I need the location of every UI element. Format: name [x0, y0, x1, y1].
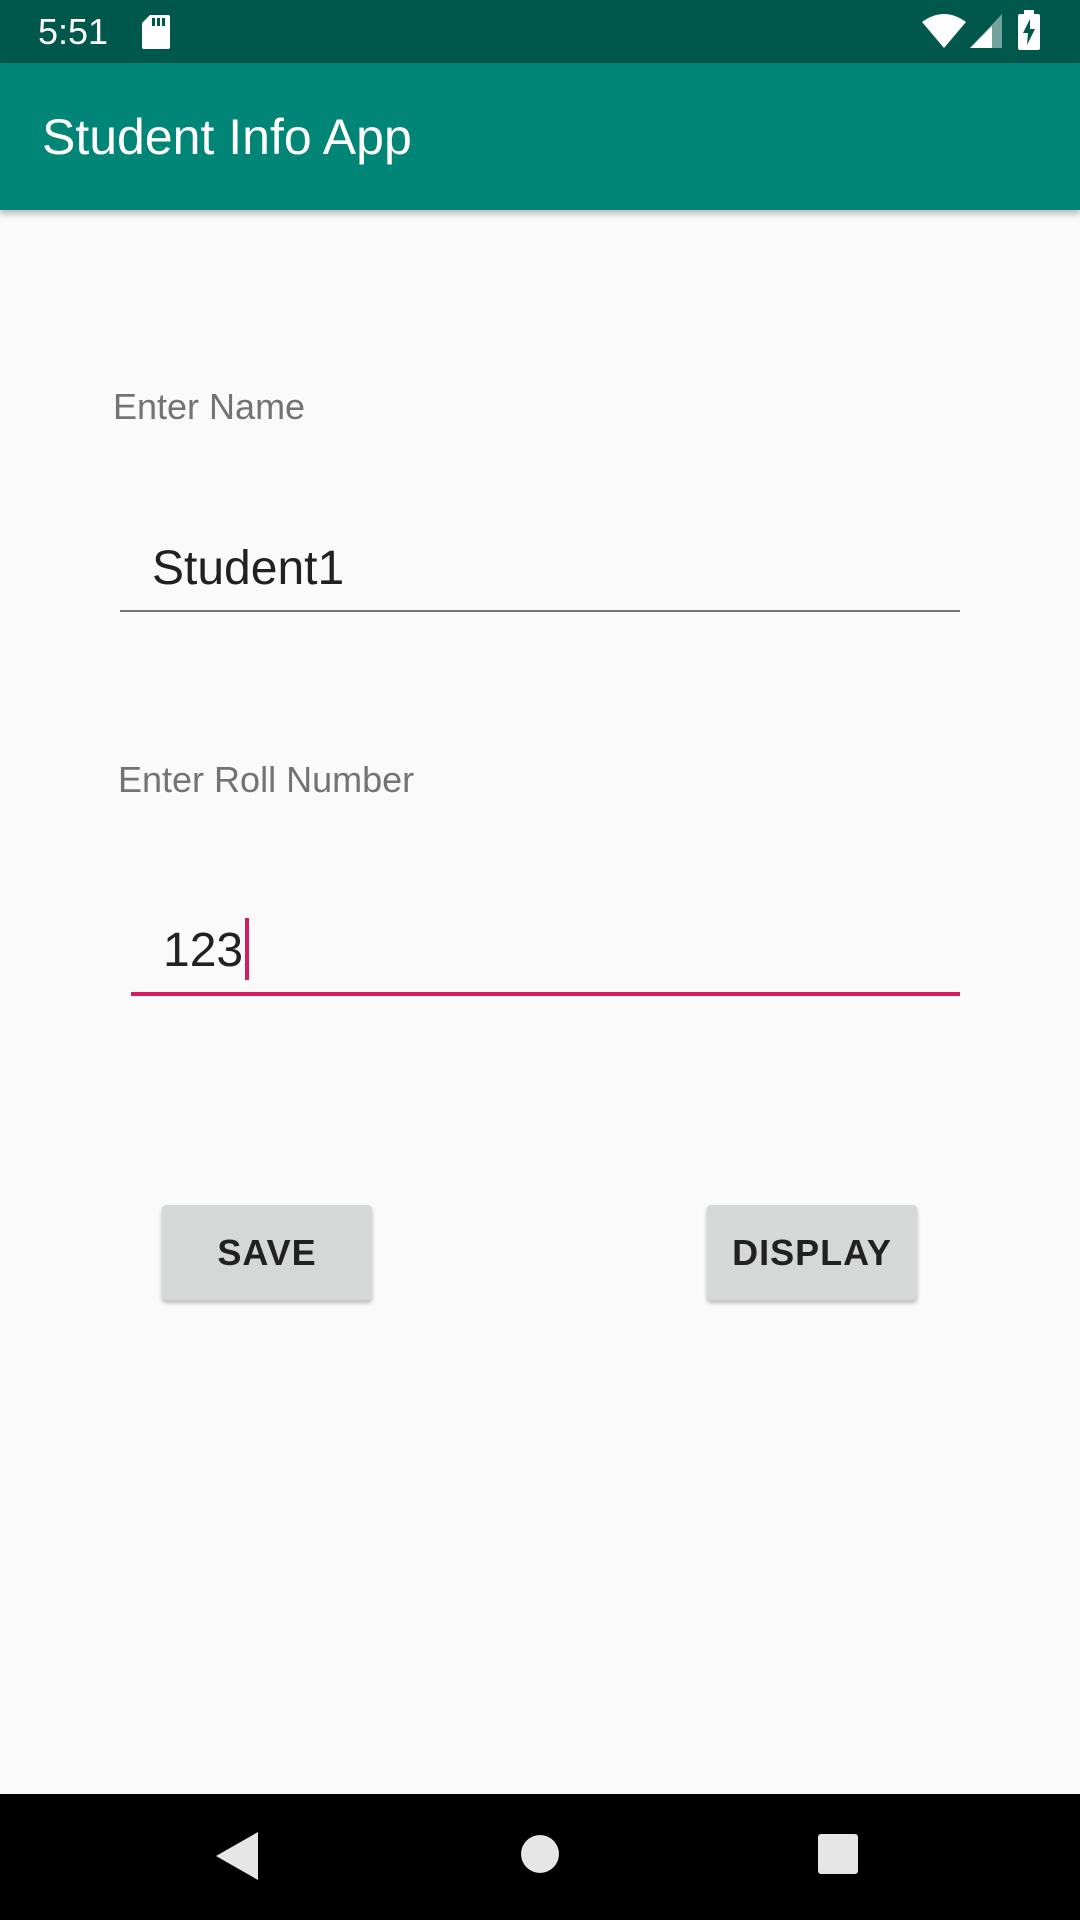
display-button[interactable]: DISPLAY	[707, 1205, 917, 1300]
name-input-value: Student1	[152, 542, 345, 595]
back-icon[interactable]	[216, 1832, 258, 1880]
screen: 5:51 Student Info App Enter Name Student…	[0, 0, 1080, 1920]
status-time: 5:51	[38, 11, 109, 52]
save-button[interactable]: SAVE	[162, 1205, 372, 1300]
battery-charging-icon	[1018, 10, 1040, 50]
app-bar: Student Info App	[0, 63, 1080, 210]
navigation-bar	[0, 1794, 1080, 1920]
roll-number-input-value: 123	[163, 918, 250, 984]
sd-card-icon	[142, 15, 170, 49]
status-bar: 5:51	[0, 0, 1080, 63]
cell-signal-icon	[970, 14, 1002, 48]
name-input[interactable]: Student1	[120, 530, 960, 612]
wifi-icon	[922, 14, 966, 48]
roll-number-text: 123	[163, 924, 244, 977]
roll-number-input[interactable]: 123	[131, 912, 960, 996]
roll-number-label: Enter Roll Number	[118, 759, 415, 800]
home-icon[interactable]	[520, 1834, 560, 1874]
app-title: Student Info App	[42, 109, 412, 165]
name-label: Enter Name	[113, 386, 306, 427]
recents-icon[interactable]	[818, 1834, 858, 1874]
text-cursor	[245, 918, 250, 981]
